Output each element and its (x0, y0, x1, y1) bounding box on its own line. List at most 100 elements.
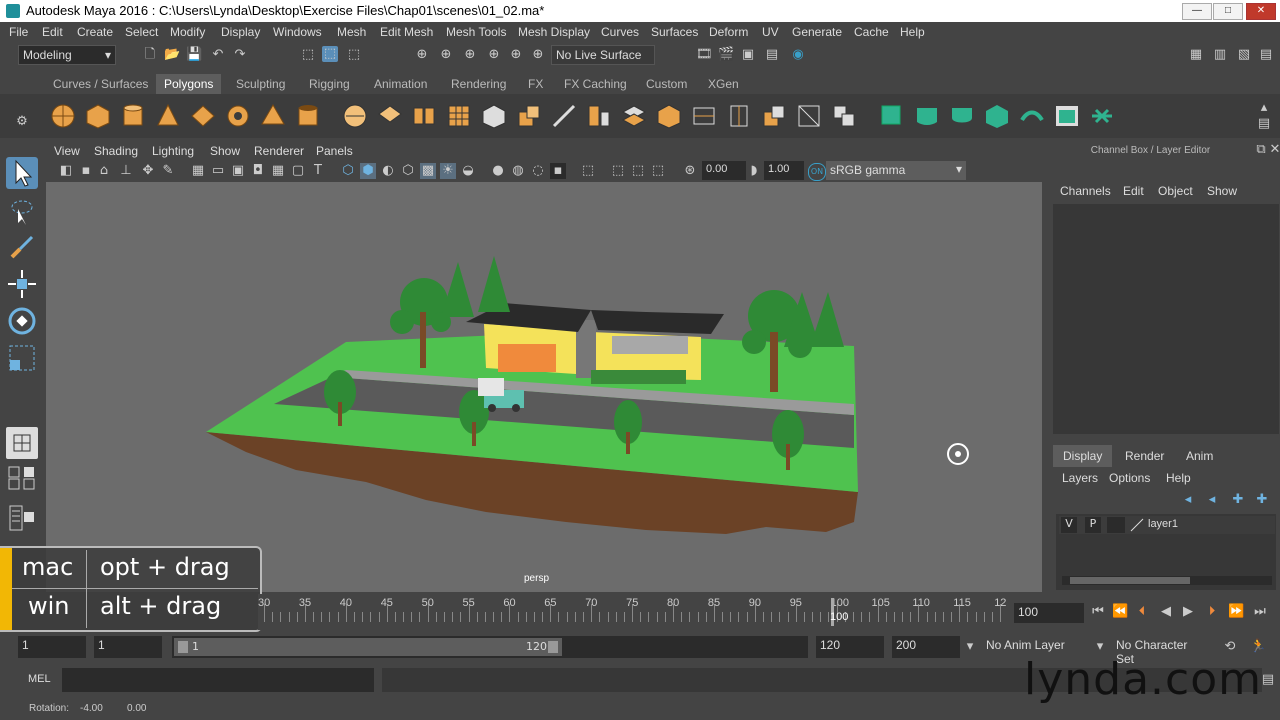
poly-torus-icon[interactable] (224, 102, 252, 130)
poly-cylinder-icon[interactable] (119, 102, 147, 130)
minimize-button[interactable]: — (1182, 3, 1212, 20)
outliner-layout-button[interactable] (6, 502, 38, 534)
view-transform-dropdown[interactable]: sRGB gamma ▾ (826, 161, 966, 180)
play-backwards-icon[interactable]: ◀ (1158, 604, 1174, 620)
grease-pencil-icon[interactable]: ✎ (160, 163, 176, 179)
shelf-menu-icon[interactable]: ▤ (1256, 116, 1272, 132)
bevel-icon[interactable] (480, 102, 508, 130)
layer-playback-toggle[interactable]: P (1085, 517, 1101, 533)
xray-icon[interactable]: ⬡ (400, 163, 416, 179)
menu-generate[interactable]: Generate (792, 25, 842, 39)
exposure-field[interactable]: 0.00 (702, 161, 746, 180)
mel-label[interactable]: MEL (28, 673, 51, 685)
safe-action-icon[interactable]: ▢ (290, 163, 306, 179)
ipr-render-icon[interactable]: ▣ (740, 47, 756, 63)
render-settings-icon[interactable]: ▤ (764, 47, 780, 63)
layers-menu[interactable]: Layers (1062, 471, 1098, 485)
save-scene-icon[interactable]: 💾 (186, 47, 202, 63)
step-back-frame-icon[interactable]: ⏴ (1134, 604, 1150, 620)
layer-row[interactable]: V P layer1 (1059, 516, 1275, 534)
poly-sphere-icon[interactable] (49, 102, 77, 130)
select-component-icon[interactable]: ⬚ (346, 47, 362, 63)
bookmark-icon[interactable]: ⌂ (96, 163, 112, 179)
isolate-icon[interactable]: ⬚ (650, 163, 666, 179)
single-perspective-layout-button[interactable] (6, 427, 38, 459)
poly-pyramid-icon[interactable] (259, 102, 287, 130)
layer-display-type-toggle[interactable] (1107, 517, 1125, 533)
menu-edit-mesh[interactable]: Edit Mesh (380, 25, 433, 39)
layer-visibility-toggle[interactable]: V (1061, 517, 1077, 533)
viewport-menu-show[interactable]: Show (210, 144, 240, 158)
new-layer-icon[interactable]: ✚ (1230, 492, 1246, 508)
layer-name[interactable]: layer1 (1148, 518, 1178, 530)
multi-cut-icon[interactable] (550, 102, 578, 130)
poly-plane-icon[interactable] (189, 102, 217, 130)
grid-icon[interactable]: ▦ (190, 163, 206, 179)
options-menu[interactable]: Options (1109, 471, 1150, 485)
planar-mapping-icon[interactable] (878, 102, 906, 130)
step-back-key-icon[interactable]: ⏪ (1112, 604, 1128, 620)
spherical-mapping-icon[interactable] (948, 102, 976, 130)
combine-icon[interactable] (341, 102, 369, 130)
shelf-tab-rigging[interactable]: Rigging (301, 74, 358, 94)
step-forward-key-icon[interactable]: ⏩ (1228, 604, 1244, 620)
resolution-gate-icon[interactable]: ▣ (230, 163, 246, 179)
layer-scrollbar[interactable] (1062, 576, 1272, 585)
select-hierarchy-icon[interactable]: ⬚ (300, 47, 316, 63)
chevron-down-icon[interactable]: ▾ (962, 639, 978, 655)
scale-tool[interactable] (6, 342, 38, 374)
render-frame-icon[interactable]: 🎬 (718, 47, 734, 63)
two-d-pan-icon[interactable]: ✥ (140, 163, 156, 179)
help-menu[interactable]: Help (1166, 471, 1191, 485)
render-view-icon[interactable]: 🎞 (696, 47, 713, 63)
redo-icon[interactable]: ↷ (232, 47, 248, 63)
shelf-tab-rendering[interactable]: Rendering (443, 74, 514, 94)
wireframe-on-shaded-icon[interactable]: ◐ (380, 163, 396, 179)
viewport-menu-lighting[interactable]: Lighting (152, 144, 194, 158)
animation-preferences-icon[interactable]: 🏃 (1250, 639, 1266, 655)
four-view-layout-button[interactable] (6, 465, 38, 491)
shelf-tab-fx[interactable]: FX (520, 74, 551, 94)
textured-icon[interactable]: ▩ (420, 163, 436, 179)
menu-surfaces[interactable]: Surfaces (651, 25, 698, 39)
channels-menu[interactable]: Channels (1060, 184, 1111, 198)
menu-modify[interactable]: Modify (170, 25, 205, 39)
menu-deform[interactable]: Deform (709, 25, 748, 39)
delete-edge-icon[interactable] (830, 102, 858, 130)
wireframe-icon[interactable]: ⬡ (340, 163, 356, 179)
image-plane-icon[interactable]: ⊥ (118, 163, 134, 179)
hypershade-icon[interactable]: ◉ (790, 47, 806, 63)
automatic-mapping-icon[interactable] (983, 102, 1011, 130)
layer-tab-display[interactable]: Display (1053, 445, 1113, 467)
shelf-tab-polygons[interactable]: Polygons (156, 74, 222, 94)
gamma-icon[interactable]: ◗ (746, 163, 762, 179)
range-start-handle[interactable] (178, 641, 188, 653)
viewport-menu-renderer[interactable]: Renderer (254, 144, 304, 158)
live-surface-field[interactable]: No Live Surface (551, 45, 655, 65)
rotate-tool[interactable] (6, 305, 38, 337)
uv-transfer-icon[interactable] (1018, 102, 1046, 130)
layer-color-swatch[interactable] (1129, 517, 1145, 533)
isolate-select-icon[interactable]: ⬚ (580, 163, 596, 179)
smooth-shade-icon[interactable]: ⬢ (360, 163, 376, 179)
menu-help[interactable]: Help (900, 25, 925, 39)
film-gate-icon[interactable]: ▭ (210, 163, 226, 179)
snap-view-icon[interactable]: ⊕ (486, 47, 502, 63)
object-menu[interactable]: Object (1158, 184, 1193, 198)
append-polygon-icon[interactable] (655, 102, 683, 130)
menu-mesh[interactable]: Mesh (337, 25, 366, 39)
viewport-menu-panels[interactable]: Panels (316, 144, 353, 158)
xray-active-icon[interactable]: ⬚ (630, 163, 646, 179)
mirror-icon[interactable] (445, 102, 473, 130)
attribute-editor-icon[interactable]: ▥ (1212, 47, 1228, 63)
maximize-button[interactable]: □ (1213, 3, 1243, 20)
color-management-toggle-icon[interactable]: ON (808, 163, 826, 181)
shelf-tab-custom[interactable]: Custom (638, 74, 695, 94)
paint-select-tool[interactable] (6, 231, 38, 263)
open-scene-icon[interactable]: 📂 (164, 47, 180, 63)
close-panel-icon[interactable]: ✕ (1267, 142, 1280, 158)
gear-icon[interactable]: ⚙ (14, 114, 30, 130)
script-editor-icon[interactable]: ▤ (1260, 672, 1276, 688)
show-menu[interactable]: Show (1207, 184, 1237, 198)
menu-create[interactable]: Create (77, 25, 113, 39)
